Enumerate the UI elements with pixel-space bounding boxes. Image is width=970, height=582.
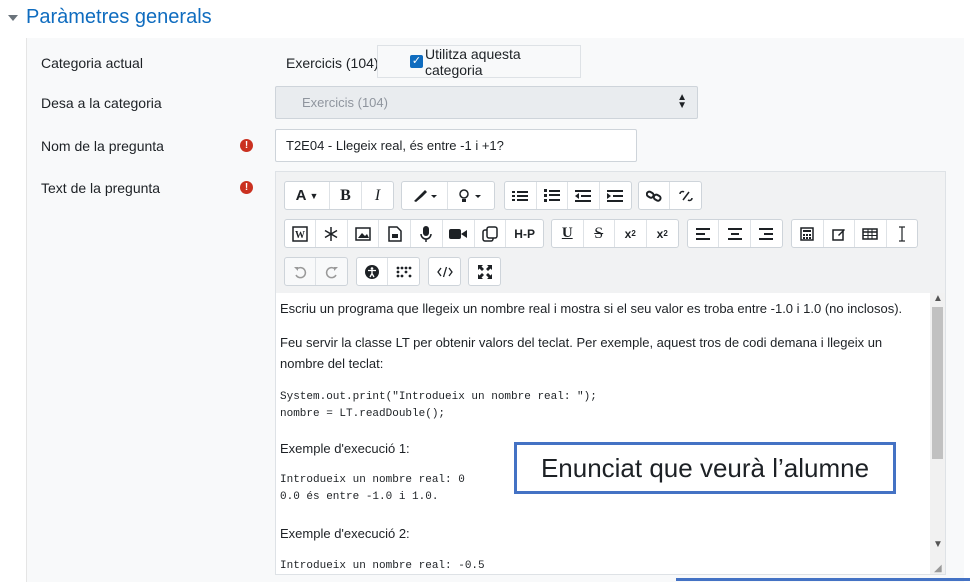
scrollbar-thumb[interactable] [932,307,943,459]
unordered-list-icon[interactable] [505,182,537,209]
fullscreen-icon[interactable] [469,258,500,285]
link-icon[interactable] [639,182,671,209]
h5p-button[interactable]: H-P [506,220,543,247]
edit-icon[interactable] [824,220,855,247]
required-icon: ! [240,181,253,194]
editor-content-area[interactable]: Escriu un programa que llegeix un nombre… [276,293,931,574]
toolbar-group-lists [504,181,632,210]
superscript-icon[interactable]: x2 [647,220,678,247]
file-icon[interactable] [379,220,412,247]
save-category-label: Desa a la categoria [41,95,162,111]
current-category-label: Categoria actual [41,55,143,71]
lightbulb-icon[interactable] [448,182,494,209]
table-icon[interactable] [855,220,887,247]
undo-icon[interactable] [285,258,317,285]
screenreader-icon[interactable] [388,258,419,285]
outdent-icon[interactable] [568,182,600,209]
image-icon[interactable] [348,220,380,247]
align-right-icon[interactable] [751,220,782,247]
bold-button[interactable]: B [330,182,362,209]
underline-button[interactable]: U [552,220,584,247]
collapse-caret-icon[interactable] [8,14,18,21]
accessibility-icon[interactable] [357,258,389,285]
code-line-2: nombre = LT.readDouble(); [280,408,446,420]
html-source-icon[interactable] [429,258,460,285]
editor-scrollbar[interactable]: ▲ ▼ [930,293,945,574]
question-name-input[interactable]: T2E04 - Llegeix real, és entre -1 i +1? [275,129,637,162]
video-camera-icon[interactable] [443,220,475,247]
subscript-icon[interactable]: x2 [615,220,647,247]
brush-icon[interactable] [402,182,448,209]
toolbar-group-format: A ▼ B I [284,181,394,210]
content-paragraph-2: Feu servir la classe LT per obtenir valo… [280,335,883,371]
example-2-line-1: Introdueix un nombre real: -0.5 [280,560,485,572]
question-text-label: Text de la pregunta [41,180,161,196]
required-icon: ! [240,139,253,152]
select-arrows-icon: ▲ ▼ [677,92,687,111]
toolbar-group-history [284,257,348,286]
annotation-rule [676,578,970,581]
toolbar-group-fullscreen [468,257,501,286]
manage-files-icon[interactable] [475,220,507,247]
current-category-value: Exercicis (104) [286,55,379,71]
annotation-callout: Enunciat que veurà l’alumne [514,442,896,494]
microphone-icon[interactable] [411,220,443,247]
question-name-label: Nom de la pregunta [41,138,164,154]
save-category-value: Exercicis (104) [302,95,388,110]
indent-icon[interactable] [600,182,631,209]
toolbar-group-tools [791,219,918,248]
italic-button[interactable]: I [362,182,393,209]
section-title[interactable]: Paràmetres generals [26,6,212,29]
content-paragraph-1: Escriu un programa que llegeix un nombre… [280,301,903,316]
unlink-icon[interactable] [670,182,701,209]
svg-text:W: W [295,230,305,241]
align-center-icon[interactable] [719,220,751,247]
ordered-list-icon[interactable] [537,182,568,209]
toolbar-group-style [401,181,495,210]
text-cursor-icon[interactable] [887,220,918,247]
toolbar-group-access [356,257,420,286]
word-paste-icon[interactable]: W [285,220,316,247]
save-category-select[interactable]: Exercicis (104) ▲ ▼ [275,86,698,119]
toolbar-group-insert: W H-P [284,219,544,248]
align-left-icon[interactable] [688,220,720,247]
snowflake-icon[interactable] [316,220,348,247]
use-category-checkbox-group[interactable]: ✓ Utilitza aquesta categoria [377,45,581,78]
code-line-1: System.out.print("Introdueix un nombre r… [280,391,597,403]
toolbar-group-links [638,181,702,210]
toolbar-group-html [428,257,461,286]
example-2-title: Exemple d'execució 2: [280,526,410,541]
use-category-label[interactable]: Utilitza aquesta categoria [425,46,580,78]
scroll-up-icon[interactable]: ▲ [933,293,943,304]
checkbox-checked-icon[interactable]: ✓ [410,55,423,68]
resize-handle-icon[interactable]: ◢ [934,563,942,574]
font-style-button[interactable]: A ▼ [285,182,330,209]
strikethrough-button[interactable]: S [584,220,615,247]
scroll-down-icon[interactable]: ▼ [933,539,943,550]
section-header[interactable]: Paràmetres generals [8,6,212,29]
redo-icon[interactable] [316,258,347,285]
toolbar-group-text: U S x2 x2 [551,219,679,248]
toolbar-group-align [687,219,783,248]
calculator-icon[interactable] [792,220,824,247]
